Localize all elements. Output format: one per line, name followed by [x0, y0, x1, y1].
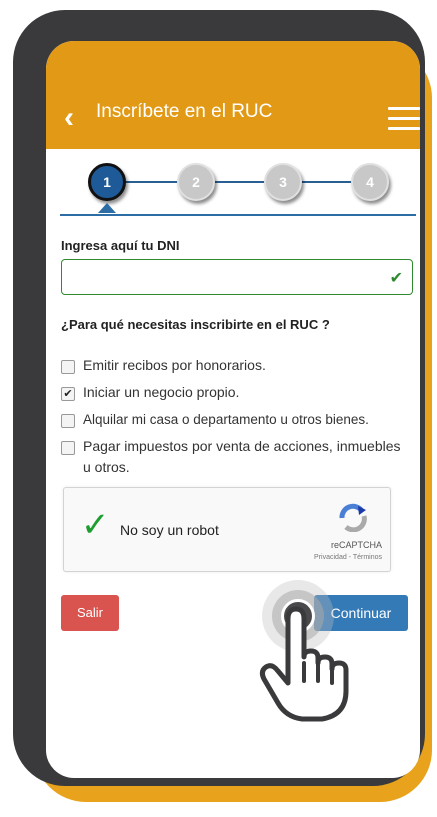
- option-label: Alquilar mi casa o departamento u otros …: [83, 412, 369, 427]
- purpose-question: ¿Para qué necesitas inscribirte en el RU…: [61, 317, 330, 332]
- option-label: Emitir recibos por honorarios.: [83, 357, 266, 373]
- option-emitir-recibos[interactable]: Emitir recibos por honorarios.: [61, 357, 266, 376]
- step-3: 3: [264, 163, 302, 201]
- step-pointer-icon: [98, 203, 116, 213]
- stepper-line: [108, 181, 368, 183]
- captcha-brand: reCAPTCHA: [330, 540, 382, 550]
- recaptcha-logo-icon: [339, 503, 367, 532]
- step-1: 1: [88, 163, 126, 201]
- option-iniciar-negocio[interactable]: ✔ Iniciar un negocio propio.: [61, 384, 240, 403]
- captcha-links[interactable]: Privacidad - Términos: [314, 554, 382, 561]
- option-label: Iniciar un negocio propio.: [83, 384, 240, 400]
- page-title: Inscríbete en el RUC: [96, 101, 273, 122]
- check-icon: ✔: [389, 270, 403, 287]
- chevron-left-icon[interactable]: ‹: [64, 103, 74, 133]
- recaptcha-widget[interactable]: ✓ No soy un robot reCAPTCHA Privacidad -…: [63, 487, 391, 572]
- checkbox[interactable]: [61, 441, 75, 455]
- option-pagar-impuestos[interactable]: Pagar impuestos por venta de acciones, i…: [61, 438, 401, 478]
- step-4: 4: [351, 163, 389, 201]
- step-2: 2: [177, 163, 215, 201]
- captcha-check-icon[interactable]: ✓: [81, 508, 110, 542]
- checkbox[interactable]: [61, 414, 75, 428]
- captcha-label: No soy un robot: [120, 522, 219, 538]
- checkbox-checked[interactable]: ✔: [61, 387, 75, 401]
- phone-frame: ‹ Inscríbete en el RUC 1 2 3 4 Ingresa a…: [13, 10, 425, 786]
- option-alquilar[interactable]: Alquilar mi casa o departamento u otros …: [61, 412, 369, 430]
- stepper-divider: [60, 214, 416, 216]
- checkbox[interactable]: [61, 360, 75, 374]
- pointing-hand-icon: [259, 606, 349, 722]
- progress-stepper: 1 2 3 4: [46, 149, 420, 221]
- option-label: Pagar impuestos por venta de acciones, i…: [83, 438, 401, 475]
- exit-button[interactable]: Salir: [61, 595, 119, 631]
- app-header: ‹ Inscríbete en el RUC: [46, 41, 420, 149]
- dni-label: Ingresa aquí tu DNI: [61, 238, 180, 253]
- phone-screen: ‹ Inscríbete en el RUC 1 2 3 4 Ingresa a…: [46, 41, 420, 778]
- dni-input[interactable]: ✔: [61, 259, 413, 295]
- hamburger-menu-icon[interactable]: [388, 107, 420, 131]
